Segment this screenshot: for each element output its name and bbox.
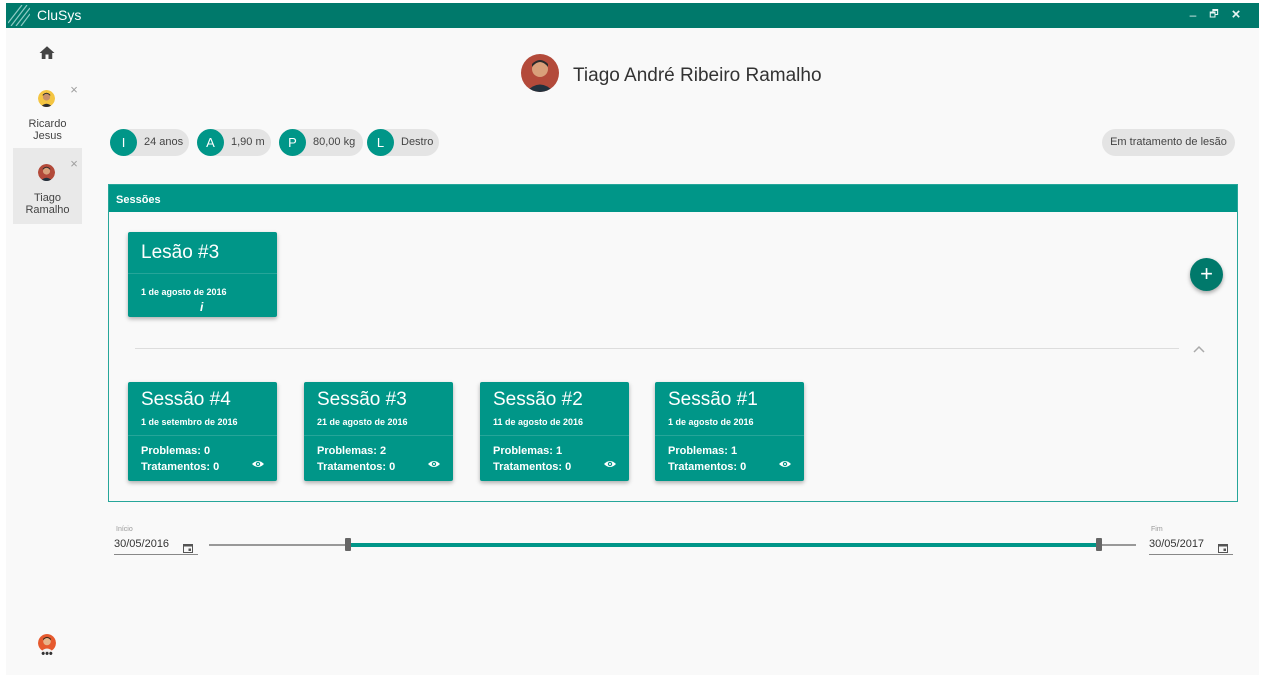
card-divider [128, 273, 277, 274]
session-treatments: Tratamentos: 0 [141, 461, 220, 473]
add-session-button[interactable]: + [1190, 258, 1223, 291]
session-problems: Problemas: 1 [668, 445, 738, 457]
sidebar-tab-tiago[interactable]: × Tiago Ramalho [13, 148, 82, 224]
section-divider [135, 348, 1179, 349]
laterality-chip: L Destro [367, 129, 439, 156]
calendar-icon[interactable] [1218, 540, 1228, 553]
close-tab-icon[interactable]: × [68, 83, 80, 96]
session-problems: Problemas: 0 [141, 445, 211, 457]
calendar-icon[interactable] [183, 540, 193, 553]
chip-value: 80,00 kg [313, 136, 356, 148]
info-icon[interactable]: i [200, 300, 203, 314]
eye-icon[interactable] [603, 456, 617, 467]
slider-track-right [1100, 544, 1136, 546]
injury-date: 1 de agosto de 2016 [141, 287, 227, 297]
title-bar: CluSys – 🗗 × [6, 3, 1259, 28]
chip-value: 1,90 m [231, 136, 265, 148]
end-date-input[interactable]: 30/05/2017 [1149, 538, 1204, 550]
close-button[interactable]: × [1227, 6, 1245, 24]
session-title: Sessão #1 [668, 389, 758, 410]
sidebar: × Ricardo Jesus × Tiago Ramalho ••• [6, 28, 88, 675]
app-title: CluSys [37, 7, 82, 23]
slider-track-left [209, 544, 346, 546]
chip-letter: I [110, 129, 137, 156]
patient-name: Tiago André Ribeiro Ramalho [573, 65, 822, 86]
eye-icon[interactable] [427, 456, 441, 467]
sidebar-tab-label: Tiago Ramalho [25, 192, 70, 216]
chip-letter: A [197, 129, 224, 156]
session-card[interactable]: Sessão #2 11 de agosto de 2016 Problemas… [480, 382, 629, 481]
session-date: 1 de agosto de 2016 [668, 417, 754, 427]
session-treatments: Tratamentos: 0 [493, 461, 572, 473]
age-chip: I 24 anos [110, 129, 189, 156]
eye-icon[interactable] [778, 456, 792, 467]
height-chip: A 1,90 m [197, 129, 271, 156]
injury-card[interactable]: Lesão #3 1 de agosto de 2016 i [128, 232, 277, 317]
patient-avatar [521, 54, 559, 92]
session-title: Sessão #3 [317, 389, 407, 410]
start-date-label: Início [116, 526, 133, 533]
eye-icon[interactable] [251, 456, 265, 467]
sidebar-tab-ricardo[interactable]: × Ricardo Jesus [13, 80, 82, 156]
date-range-slider[interactable] [348, 543, 1099, 547]
session-date: 1 de setembro de 2016 [141, 417, 238, 427]
sidebar-tab-label: Ricardo Jesus [28, 118, 67, 142]
session-date: 21 de agosto de 2016 [317, 417, 408, 427]
start-date-underline [114, 554, 198, 555]
weight-chip: P 80,00 kg [279, 129, 363, 156]
slider-end-handle[interactable] [1095, 538, 1102, 551]
slider-start-handle[interactable] [345, 538, 352, 551]
status-badge: Em tratamento de lesão [1102, 129, 1235, 156]
minimize-button[interactable]: – [1184, 6, 1202, 24]
session-problems: Problemas: 2 [317, 445, 387, 457]
card-divider [304, 435, 453, 436]
session-card[interactable]: Sessão #4 1 de setembro de 2016 Problema… [128, 382, 277, 481]
avatar [38, 90, 55, 107]
close-tab-icon[interactable]: × [68, 157, 80, 170]
chip-value: 24 anos [144, 136, 184, 148]
session-card[interactable]: Sessão #1 1 de agosto de 2016 Problemas:… [655, 382, 804, 481]
app-window: CluSys – 🗗 × × Ricardo Jesus × Tiago Ram… [6, 3, 1259, 675]
panel-title: Sessões [109, 185, 1237, 212]
home-icon[interactable] [38, 44, 56, 62]
card-divider [480, 435, 629, 436]
chip-letter: L [367, 129, 394, 156]
start-date-input[interactable]: 30/05/2016 [114, 538, 169, 550]
session-problems: Problemas: 1 [493, 445, 563, 457]
maximize-button[interactable]: 🗗 [1205, 6, 1223, 24]
chip-letter: P [279, 129, 306, 156]
app-logo-icon [8, 5, 30, 26]
session-treatments: Tratamentos: 0 [317, 461, 396, 473]
session-title: Sessão #4 [141, 389, 231, 410]
more-options-icon[interactable]: ••• [38, 649, 56, 660]
session-date: 11 de agosto de 2016 [493, 417, 584, 427]
injury-title: Lesão #3 [141, 242, 220, 263]
end-date-underline [1149, 554, 1233, 555]
card-divider [128, 435, 277, 436]
end-date-label: Fim [1151, 526, 1163, 533]
session-card[interactable]: Sessão #3 21 de agosto de 2016 Problemas… [304, 382, 453, 481]
avatar [38, 164, 55, 181]
session-treatments: Tratamentos: 0 [668, 461, 747, 473]
sessions-panel: Sessões Lesão #3 1 de agosto de 2016 i +… [108, 184, 1238, 502]
chevron-up-icon[interactable] [1192, 341, 1206, 353]
chip-value: Destro [401, 136, 434, 148]
card-divider [655, 435, 804, 436]
session-title: Sessão #2 [493, 389, 583, 410]
